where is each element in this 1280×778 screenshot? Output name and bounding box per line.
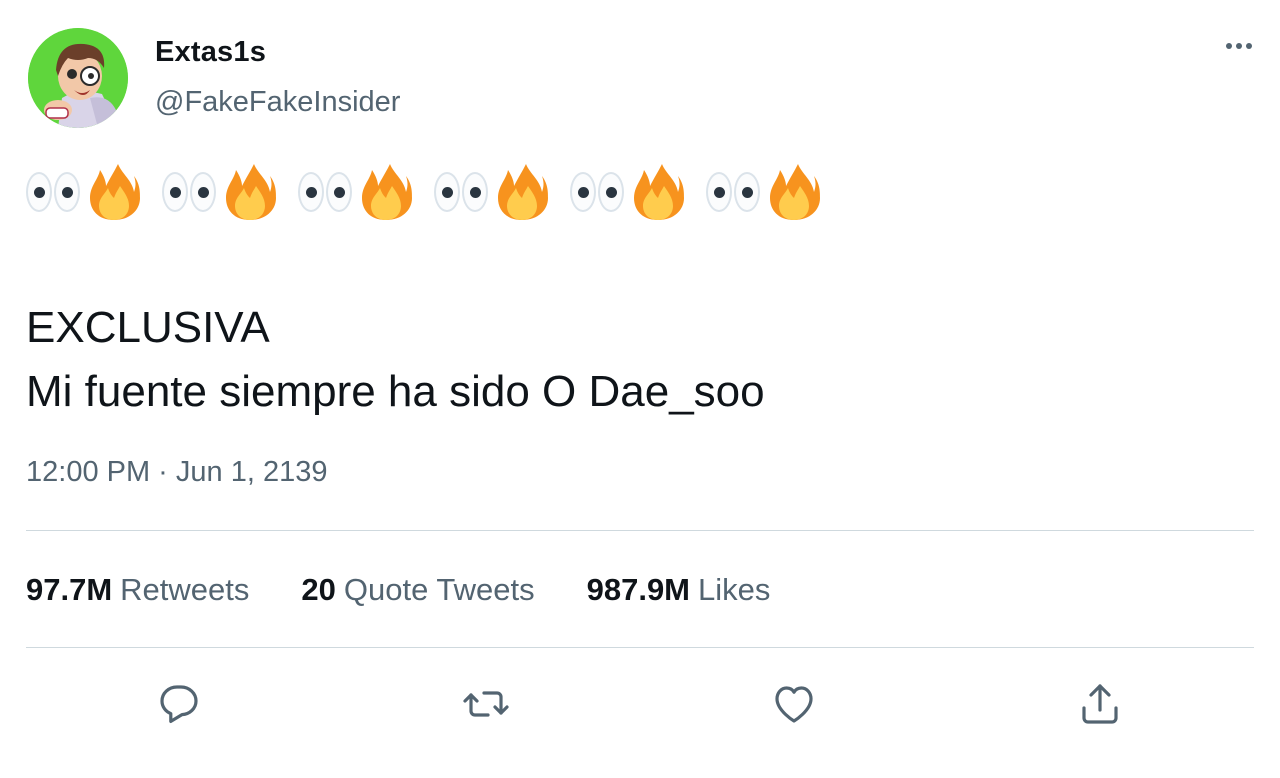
emoji-line: [26, 160, 824, 224]
eye-shape: [298, 172, 324, 212]
like-button[interactable]: [770, 680, 818, 728]
eye-shape: [54, 172, 80, 212]
tweet-text-line: EXCLUSIVA: [26, 303, 270, 352]
share-icon: [1082, 684, 1118, 724]
eye-shape: [190, 172, 216, 212]
tweet-card: Extas1s @FakeFakeInsider EXCLUSIVA Mi fu…: [0, 0, 1280, 778]
fire-icon: [770, 164, 820, 220]
eye-shape: [598, 172, 624, 212]
eyes-icon: [434, 172, 488, 212]
eyes-icon: [570, 172, 624, 212]
like-icon: [775, 686, 813, 723]
tweet-stats: 97.7M Retweets 20 Quote Tweets 987.9M Likes: [26, 572, 822, 608]
retweet-icon: [463, 691, 509, 717]
user-handle[interactable]: @FakeFakeInsider: [155, 86, 400, 119]
avatar-illustration: [28, 28, 128, 128]
eye-shape: [734, 172, 760, 212]
quote-tweets-count: 20: [301, 572, 336, 607]
retweet-button[interactable]: [462, 680, 510, 728]
reply-icon: [160, 685, 198, 723]
divider: [26, 530, 1254, 531]
retweets-label: Retweets: [120, 572, 250, 607]
display-name[interactable]: Extas1s: [155, 36, 266, 69]
likes-count: 987.9M: [586, 572, 691, 607]
quote-tweets-label: Quote Tweets: [343, 572, 535, 607]
eyes-icon: [26, 172, 80, 212]
eye-shape: [162, 172, 188, 212]
eye-shape: [462, 172, 488, 212]
fire-icon: [634, 164, 684, 220]
tweet-timestamp[interactable]: 12:00 PM · Jun 1, 2139: [26, 456, 327, 489]
fire-icon: [362, 164, 412, 220]
retweets-count: 97.7M: [26, 572, 113, 607]
eye-shape: [434, 172, 460, 212]
emoji-pair: [298, 162, 416, 222]
avatar[interactable]: [28, 28, 128, 128]
emoji-pair: [26, 162, 144, 222]
divider: [26, 647, 1254, 648]
retweets-stat[interactable]: 97.7M Retweets: [26, 572, 249, 608]
emoji-pair: [706, 162, 824, 222]
emoji-pair: [162, 162, 280, 222]
tweet-actions: [0, 680, 1280, 724]
eye-shape: [26, 172, 52, 212]
eyes-icon: [162, 172, 216, 212]
fire-icon: [226, 164, 276, 220]
fire-icon: [498, 164, 548, 220]
emoji-pair: [434, 162, 552, 222]
reply-button[interactable]: [155, 680, 203, 728]
tweet-text-line: Mi fuente siempre ha sido O Dae_soo: [26, 367, 765, 416]
likes-stat[interactable]: 987.9M Likes: [587, 572, 771, 608]
eyes-icon: [706, 172, 760, 212]
eyes-icon: [298, 172, 352, 212]
share-button[interactable]: [1076, 680, 1124, 728]
eye-shape: [326, 172, 352, 212]
likes-label: Likes: [698, 572, 771, 607]
emoji-pair: [570, 162, 688, 222]
more-options-icon[interactable]: [1208, 36, 1252, 56]
tweet-text: EXCLUSIVA Mi fuente siempre ha sido O Da…: [26, 296, 765, 424]
fire-icon: [90, 164, 140, 220]
eye-shape: [570, 172, 596, 212]
eye-shape: [706, 172, 732, 212]
quote-tweets-stat[interactable]: 20 Quote Tweets: [301, 572, 534, 608]
